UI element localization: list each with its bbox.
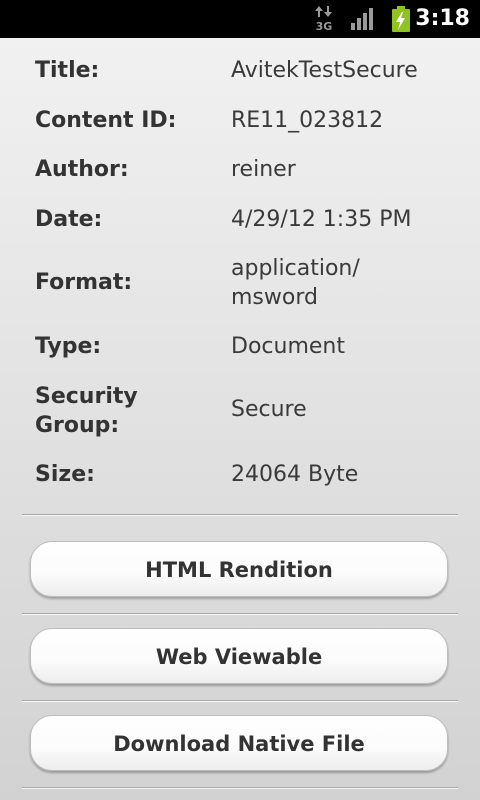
detail-value: RE11_023812 bbox=[231, 108, 384, 133]
detail-value: 24064 Byte bbox=[231, 462, 359, 487]
detail-value: Document bbox=[231, 334, 345, 359]
detail-value: 4/29/12 1:35 PM bbox=[231, 207, 412, 232]
web-viewable-button[interactable]: Web Viewable bbox=[30, 628, 448, 684]
detail-value: reiner bbox=[231, 157, 296, 182]
detail-value: AvitekTestSecure bbox=[231, 58, 418, 83]
signal-strength-icon bbox=[351, 8, 373, 30]
divider bbox=[22, 700, 458, 702]
detail-value: application/ msword bbox=[231, 256, 360, 310]
detail-label: Security Group: bbox=[35, 384, 138, 438]
detail-label: Format: bbox=[35, 270, 133, 295]
detail-label: Title: bbox=[35, 58, 100, 83]
content-details-screen[interactable]: Title: AvitekTestSecure Content ID: RE11… bbox=[0, 38, 480, 800]
html-rendition-button[interactable]: HTML Rendition bbox=[30, 541, 448, 597]
status-time: 3:18 bbox=[415, 6, 470, 31]
detail-label: Date: bbox=[35, 207, 103, 232]
divider bbox=[22, 514, 458, 516]
detail-label: Type: bbox=[35, 334, 102, 359]
divider bbox=[22, 613, 458, 615]
detail-label: Author: bbox=[35, 157, 129, 182]
network-type-label: 3G bbox=[316, 20, 333, 32]
battery-charging-icon bbox=[392, 6, 410, 32]
divider bbox=[22, 787, 458, 789]
detail-value: Secure bbox=[231, 397, 307, 422]
data-transfer-icon: 3G bbox=[315, 6, 333, 32]
status-bar: 3G 3:18 bbox=[0, 0, 480, 38]
detail-label: Content ID: bbox=[35, 108, 177, 133]
download-native-file-button[interactable]: Download Native File bbox=[30, 715, 448, 771]
detail-label: Size: bbox=[35, 462, 95, 487]
